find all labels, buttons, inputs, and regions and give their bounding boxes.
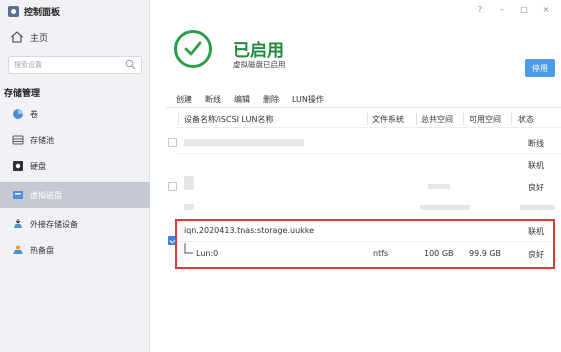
sidebar-item-disk[interactable]: 硬盘 bbox=[0, 154, 150, 178]
row-divider bbox=[176, 153, 561, 154]
header-total-space[interactable]: 总共空间 bbox=[421, 114, 453, 125]
header-device-name[interactable]: 设备名称/iSCSI LUN名称 bbox=[184, 114, 273, 125]
header-status[interactable]: 状态 bbox=[518, 114, 534, 125]
sidebar-item-external-storage[interactable]: 外接存储设备 bbox=[0, 212, 150, 236]
search-box[interactable] bbox=[8, 56, 142, 74]
header-divider bbox=[176, 127, 561, 128]
control-panel-icon bbox=[8, 5, 19, 17]
obscured-value bbox=[520, 205, 555, 210]
obscured-value bbox=[420, 205, 470, 210]
status-cell: 断线 bbox=[528, 139, 544, 148]
enabled-status-icon bbox=[174, 30, 212, 68]
status-subtitle: 虚拟磁盘已启用 bbox=[233, 60, 286, 69]
app-title-text: 控制面板 bbox=[24, 7, 61, 18]
search-input[interactable] bbox=[14, 61, 124, 69]
disk-icon bbox=[13, 161, 23, 171]
minimize-button[interactable]: – bbox=[491, 2, 513, 16]
obscured-device-name bbox=[184, 176, 194, 190]
virtual-disk-icon bbox=[13, 191, 23, 199]
window-controls: ? – □ × bbox=[469, 2, 557, 16]
status-cell: 良好 bbox=[528, 183, 544, 192]
status-title: 已启用 bbox=[233, 41, 284, 61]
sidebar-item-label: 硬盘 bbox=[30, 161, 46, 171]
row-checkbox[interactable] bbox=[168, 138, 177, 147]
volume-icon bbox=[13, 109, 23, 119]
sidebar-item-label: 虚拟磁盘 bbox=[30, 190, 62, 200]
sidebar-item-label: 卷 bbox=[30, 109, 38, 119]
check-icon bbox=[184, 41, 202, 56]
home-icon bbox=[11, 31, 23, 43]
sidebar-item-label: 热备盘 bbox=[30, 245, 54, 255]
create-button[interactable]: 创建 bbox=[176, 94, 192, 105]
sidebar-item-virtual-disk[interactable]: 虚拟磁盘 bbox=[0, 182, 150, 208]
column-divider bbox=[511, 113, 512, 125]
obscured-value bbox=[428, 184, 450, 189]
app-title: 控制面板 bbox=[8, 4, 60, 18]
maximize-button[interactable]: □ bbox=[513, 2, 535, 16]
header-available-space[interactable]: 可用空间 bbox=[469, 114, 501, 125]
sidebar-item-storage-pool[interactable]: 存储池 bbox=[0, 128, 150, 152]
status-cell: 联机 bbox=[528, 161, 544, 170]
hot-spare-icon bbox=[13, 245, 23, 254]
home-label: 主页 bbox=[30, 33, 49, 44]
header-filesystem[interactable]: 文件系统 bbox=[372, 114, 404, 125]
home-link[interactable]: 主页 bbox=[10, 28, 48, 46]
toolbar: 创建 断线 编辑 删除 LUN操作 bbox=[176, 94, 337, 105]
column-divider bbox=[463, 113, 464, 125]
column-divider bbox=[416, 113, 417, 125]
toolbar-divider bbox=[166, 107, 561, 108]
sidebar-item-volume[interactable]: 卷 bbox=[0, 102, 150, 126]
column-divider bbox=[178, 113, 179, 125]
disable-button[interactable]: 停用 bbox=[525, 59, 555, 77]
sidebar-item-label: 存储池 bbox=[30, 135, 54, 145]
storage-section-title: 存储管理 bbox=[4, 89, 41, 99]
close-button[interactable]: × bbox=[535, 2, 557, 16]
sidebar: 控制面板 主页 存储管理 卷 存储池 硬盘 bbox=[0, 0, 150, 352]
sidebar-item-hot-spare[interactable]: 热备盘 bbox=[0, 238, 150, 262]
disconnect-button[interactable]: 断线 bbox=[205, 94, 221, 105]
external-storage-icon bbox=[14, 219, 22, 228]
row-checkbox[interactable] bbox=[168, 182, 177, 191]
storage-pool-icon bbox=[12, 135, 24, 145]
help-button[interactable]: ? bbox=[469, 2, 491, 16]
delete-button[interactable]: 删除 bbox=[263, 94, 279, 105]
lun-operations-button[interactable]: LUN操作 bbox=[292, 94, 324, 105]
search-icon[interactable] bbox=[125, 59, 136, 70]
obscured-device-name bbox=[184, 204, 194, 210]
column-divider bbox=[367, 113, 368, 125]
highlight-box bbox=[175, 219, 555, 269]
obscured-device-name bbox=[184, 139, 304, 146]
sidebar-item-label: 外接存储设备 bbox=[30, 219, 78, 229]
edit-button[interactable]: 编辑 bbox=[234, 94, 250, 105]
